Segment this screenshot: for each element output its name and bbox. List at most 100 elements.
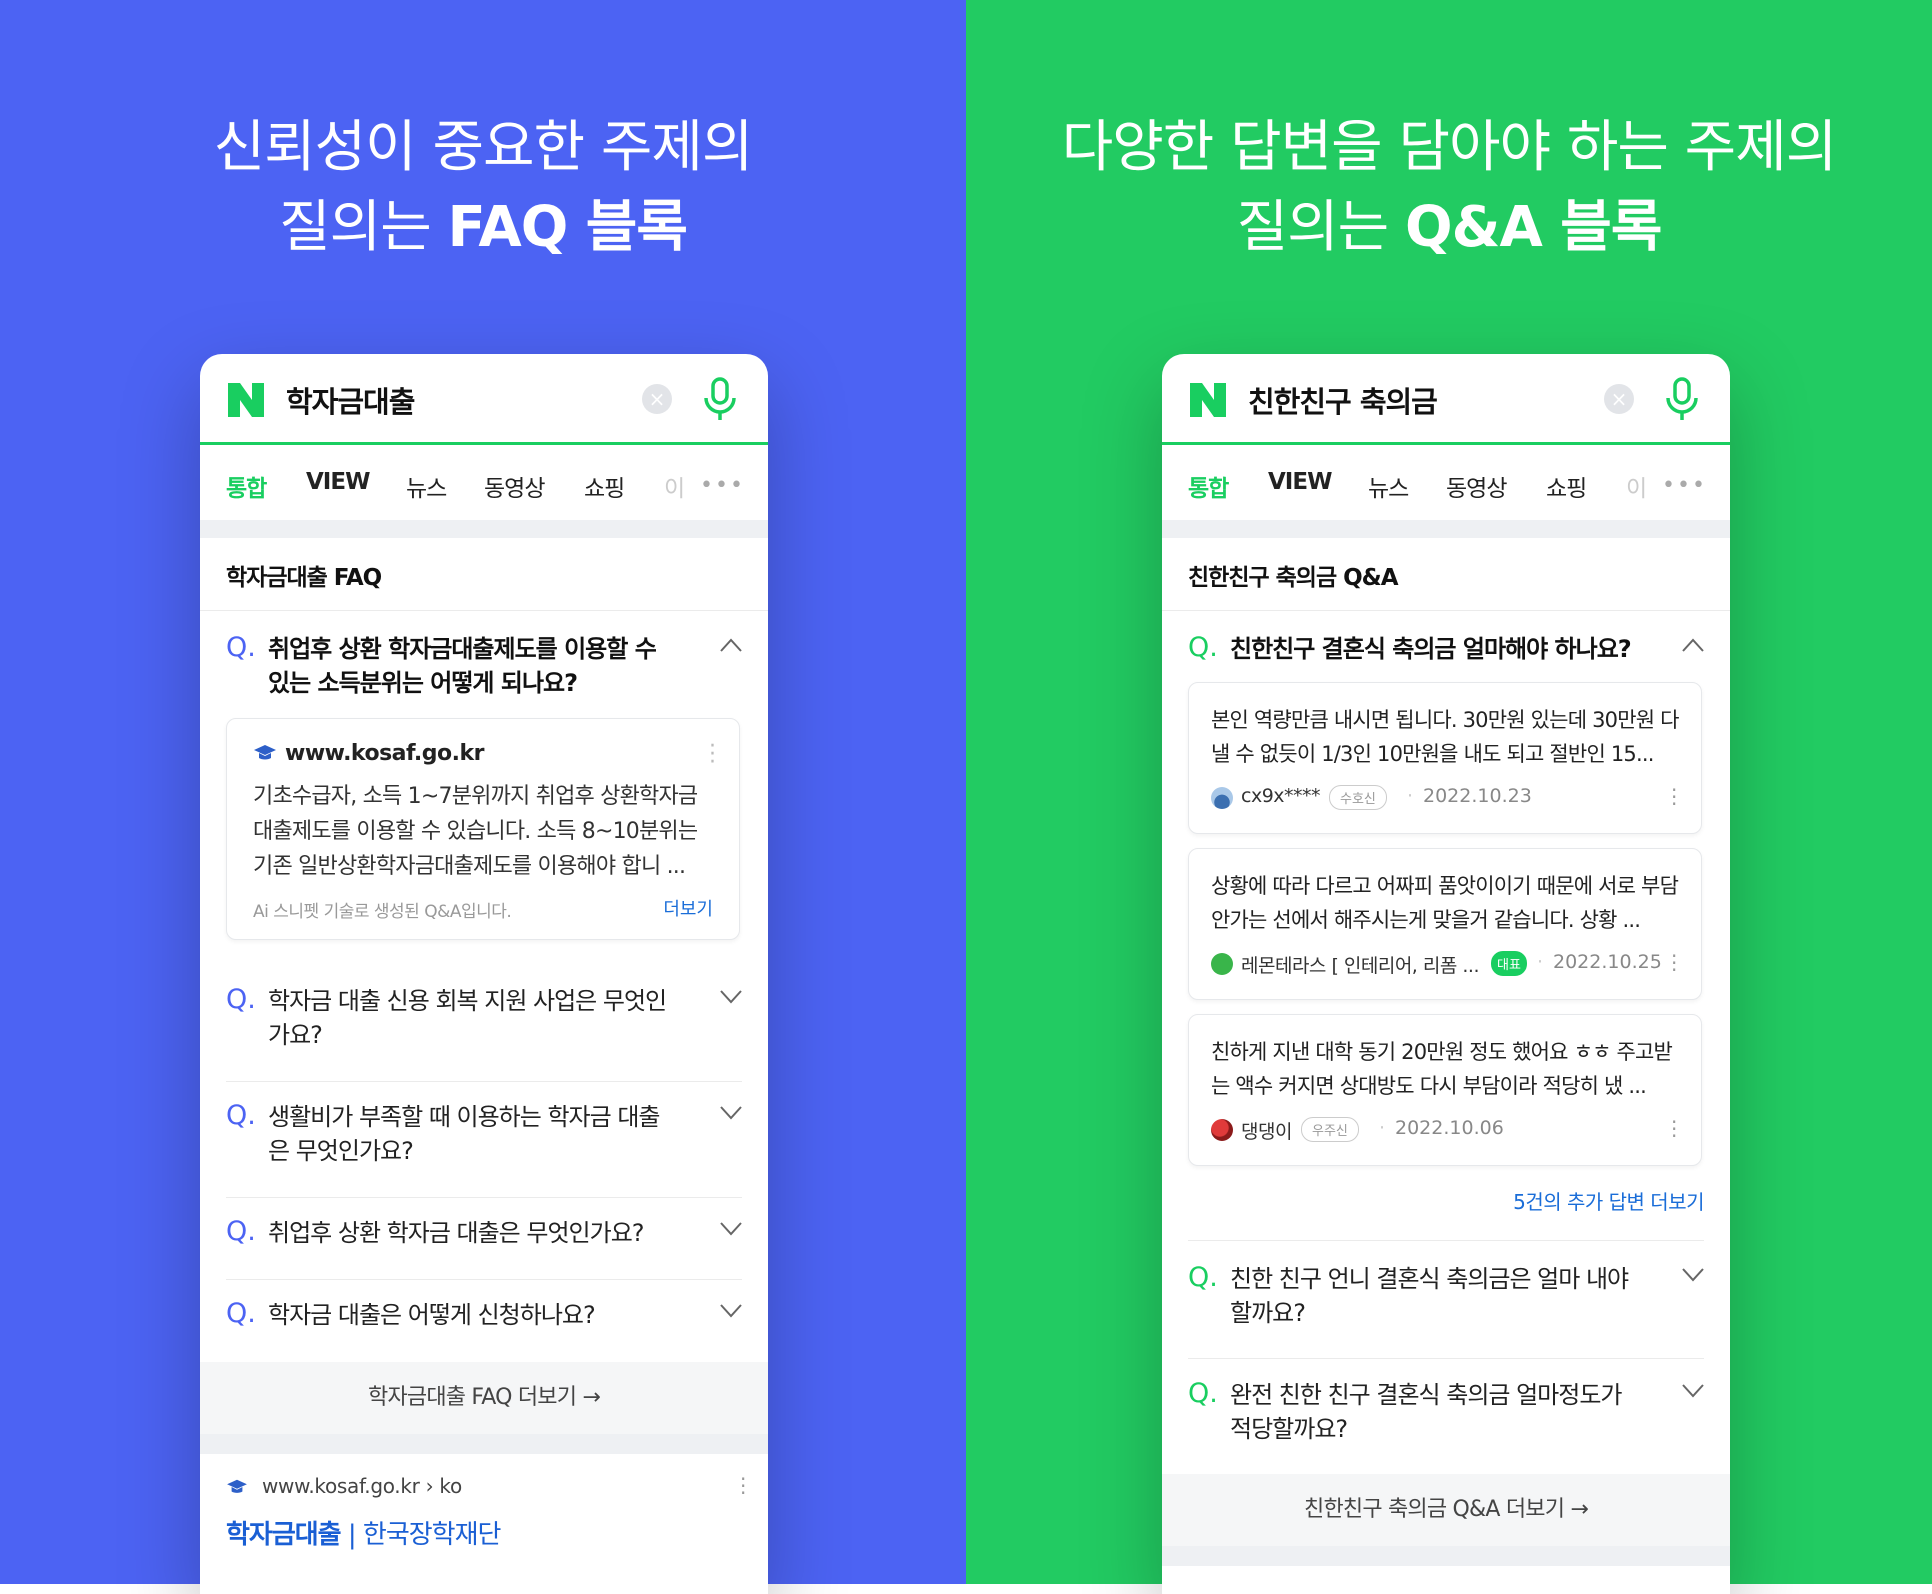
- qa-question[interactable]: Q. 친한 친구 언니 결혼식 축의금은 얼마 내야할까요?: [1188, 1262, 1704, 1342]
- right-headline-line1: 다양한 답변을 담아야 하는 주제의: [1061, 115, 1837, 180]
- q-mark: Q.: [1188, 1378, 1218, 1409]
- clear-icon[interactable]: ×: [642, 384, 672, 414]
- chevron-down-icon[interactable]: [720, 990, 742, 1004]
- answer-body: 본인 역량만큼 내시면 됩니다. 30만원 있는데 30만원 다 낼 수 없듯이…: [1211, 708, 1679, 766]
- divider: [1188, 1358, 1704, 1359]
- faq-question[interactable]: Q. 생활비가 부족할 때 이용하는 학자금 대출은 무엇인가요?: [226, 1100, 742, 1180]
- tab-video[interactable]: 동영상: [484, 469, 545, 503]
- right-phone-screen: 친한친구 축의금 × 통합 VIEW 뉴스 동영상 쇼핑 이 ••• 친한친구 …: [1162, 354, 1730, 1594]
- search-query[interactable]: 학자금대출: [286, 379, 415, 421]
- tab-integrated[interactable]: 통합: [1188, 469, 1229, 503]
- question-text: 완전 친한 친구 결혼식 축의금 얼마정도가 적당할까요?: [1230, 1381, 1623, 1443]
- answer-author[interactable]: 레몬테라스 [ 인테리어, 리폼 ...: [1241, 951, 1480, 978]
- qa-question[interactable]: Q. 완전 친한 친구 결혼식 축의금 얼마정도가 적당할까요?: [1188, 1378, 1704, 1458]
- section-gap: [1162, 1546, 1730, 1566]
- tab-view[interactable]: VIEW: [306, 469, 370, 495]
- chevron-up-icon[interactable]: [1682, 638, 1704, 652]
- chevron-down-icon[interactable]: [1682, 1268, 1704, 1282]
- divider: [200, 610, 768, 611]
- microphone-icon[interactable]: [700, 376, 740, 422]
- answer-author[interactable]: 댕댕이: [1241, 1117, 1292, 1144]
- left-headline-line1: 신뢰성이 중요한 주제의: [213, 115, 754, 180]
- search-tabs: 통합 VIEW 뉴스 동영상 쇼핑 이 •••: [200, 445, 768, 520]
- search-bar[interactable]: 학자금대출 ×: [200, 354, 768, 445]
- clear-icon[interactable]: ×: [1604, 384, 1634, 414]
- naver-logo-icon: [228, 383, 264, 417]
- faq-question[interactable]: Q. 취업후 상환 학자금 대출은 무엇인가요?: [226, 1216, 742, 1256]
- tab-integrated[interactable]: 통합: [226, 469, 267, 503]
- faq-more-button[interactable]: 학자금대출 FAQ 더보기 →: [200, 1362, 768, 1434]
- q-mark: Q.: [1188, 632, 1218, 663]
- kebab-menu-icon[interactable]: · · ·: [1671, 1112, 1677, 1146]
- left-headline-bold: FAQ 블록: [447, 195, 688, 260]
- separator-dot: ·: [1537, 951, 1544, 973]
- tab-image[interactable]: 이: [664, 469, 685, 503]
- right-headline: 다양한 답변을 담아야 하는 주제의 질의는 Q&A 블록: [966, 108, 1932, 268]
- left-headline-line2: 질의는 FAQ 블록: [0, 188, 966, 268]
- q-mark: Q.: [226, 1298, 256, 1329]
- more-link[interactable]: 더보기: [663, 895, 713, 921]
- answer-date: 2022.10.06: [1395, 1117, 1504, 1139]
- avatar: [1211, 787, 1233, 809]
- left-headline-prefix: 질의는: [279, 195, 448, 260]
- chevron-down-icon[interactable]: [720, 1304, 742, 1318]
- divider: [1162, 610, 1730, 611]
- avatar: [1211, 953, 1233, 975]
- answer-meta: 댕댕이 우주신 · 2022.10.06 · · ·: [1211, 1112, 1681, 1146]
- graduation-cap-icon: [227, 1479, 247, 1493]
- left-panel: 신뢰성이 중요한 주제의 질의는 FAQ 블록 학자금대출 × 통합 VIEW …: [0, 0, 966, 1594]
- chevron-down-icon[interactable]: [720, 1106, 742, 1120]
- tab-shopping[interactable]: 쇼핑: [1546, 469, 1587, 503]
- answer-card[interactable]: 본인 역량만큼 내시면 됩니다. 30만원 있는데 30만원 다 낼 수 없듯이…: [1188, 682, 1702, 834]
- answer-body: 친하게 지낸 대학 동기 20만원 정도 했어요 ㅎㅎ 주고받는 액수 커지면 …: [1211, 1040, 1673, 1098]
- answer-date: 2022.10.25: [1553, 951, 1662, 973]
- section-gap: [1162, 520, 1730, 538]
- tab-news[interactable]: 뉴스: [406, 469, 447, 503]
- question-text: 친한 친구 언니 결혼식 축의금은 얼마 내야할까요?: [1230, 1265, 1629, 1327]
- result-title-site: | 한국장학재단: [340, 1520, 502, 1550]
- microphone-icon[interactable]: [1662, 376, 1702, 422]
- search-query[interactable]: 친한친구 축의금: [1248, 379, 1438, 421]
- chevron-down-icon[interactable]: [720, 1222, 742, 1236]
- search-bar[interactable]: 친한친구 축의금 ×: [1162, 354, 1730, 445]
- tab-news[interactable]: 뉴스: [1368, 469, 1409, 503]
- result-url[interactable]: www.kosaf.go.kr › ko: [262, 1474, 462, 1498]
- faq-answer-card: www.kosaf.go.kr · · · 기초수급자, 소득 1~7분위까지 취업…: [226, 718, 740, 940]
- right-headline-line2: 질의는 Q&A 블록: [966, 188, 1932, 268]
- divider: [1188, 1240, 1704, 1241]
- more-tabs-icon[interactable]: •••: [1662, 473, 1707, 498]
- more-tabs-icon[interactable]: •••: [700, 473, 745, 498]
- source-site[interactable]: www.kosaf.go.kr: [285, 741, 484, 766]
- more-answers-link[interactable]: 5건의 추가 답변 더보기: [1513, 1186, 1704, 1215]
- right-headline-prefix: 질의는: [1236, 195, 1406, 260]
- q-mark: Q.: [226, 632, 256, 663]
- kebab-menu-icon[interactable]: · · ·: [709, 736, 716, 774]
- faq-question[interactable]: Q. 학자금 대출 신용 회복 지원 사업은 무엇인가요?: [226, 984, 742, 1064]
- answer-card[interactable]: 상황에 따라 다르고 어짜피 품앗이이기 때문에 서로 부담 안가는 선에서 해…: [1188, 848, 1702, 1000]
- faq-question[interactable]: Q. 학자금 대출은 어떻게 신청하나요?: [226, 1298, 742, 1338]
- divider: [226, 1197, 742, 1198]
- kebab-menu-icon[interactable]: · · ·: [740, 1469, 746, 1503]
- tab-video[interactable]: 동영상: [1446, 469, 1507, 503]
- answer-author[interactable]: cx9x****: [1241, 785, 1321, 807]
- ai-snippet-note: Ai 스니펫 기술로 생성된 Q&A입니다.: [253, 902, 512, 922]
- result-title[interactable]: 학자금대출 | 한국장학재단: [226, 1514, 502, 1551]
- left-headline: 신뢰성이 중요한 주제의 질의는 FAQ 블록: [0, 108, 966, 268]
- tab-shopping[interactable]: 쇼핑: [584, 469, 625, 503]
- qa-more-button[interactable]: 친한친구 축의금 Q&A 더보기 →: [1162, 1474, 1730, 1546]
- kebab-menu-icon[interactable]: · · ·: [1671, 780, 1677, 814]
- tab-image[interactable]: 이: [1626, 469, 1647, 503]
- chevron-up-icon[interactable]: [720, 638, 742, 652]
- kebab-menu-icon[interactable]: · · ·: [1671, 946, 1677, 980]
- chevron-down-icon[interactable]: [1682, 1384, 1704, 1398]
- qa-open-question[interactable]: Q. 친한친구 결혼식 축의금 얼마해야 하나요?: [1188, 632, 1704, 672]
- answer-card[interactable]: 친하게 지낸 대학 동기 20만원 정도 했어요 ㅎㅎ 주고받는 액수 커지면 …: [1188, 1014, 1702, 1166]
- answer-meta: 레몬테라스 [ 인테리어, 리폼 ... 대표 · 2022.10.25 · · ·: [1211, 946, 1681, 980]
- search-tabs: 통합 VIEW 뉴스 동영상 쇼핑 이 •••: [1162, 445, 1730, 520]
- question-text: 취업후 상환 학자금 대출은 무엇인가요?: [268, 1219, 645, 1247]
- left-phone-screen: 학자금대출 × 통합 VIEW 뉴스 동영상 쇼핑 이 ••• 학자금대출 FA…: [200, 354, 768, 1594]
- right-panel: 다양한 답변을 담아야 하는 주제의 질의는 Q&A 블록 친한친구 축의금 ×…: [966, 0, 1932, 1594]
- faq-open-question[interactable]: Q. 취업후 상환 학자금대출제도를 이용할 수 있는 소득분위는 어떻게 되나…: [226, 632, 742, 712]
- tab-view[interactable]: VIEW: [1268, 469, 1332, 495]
- avatar: [1211, 1119, 1233, 1141]
